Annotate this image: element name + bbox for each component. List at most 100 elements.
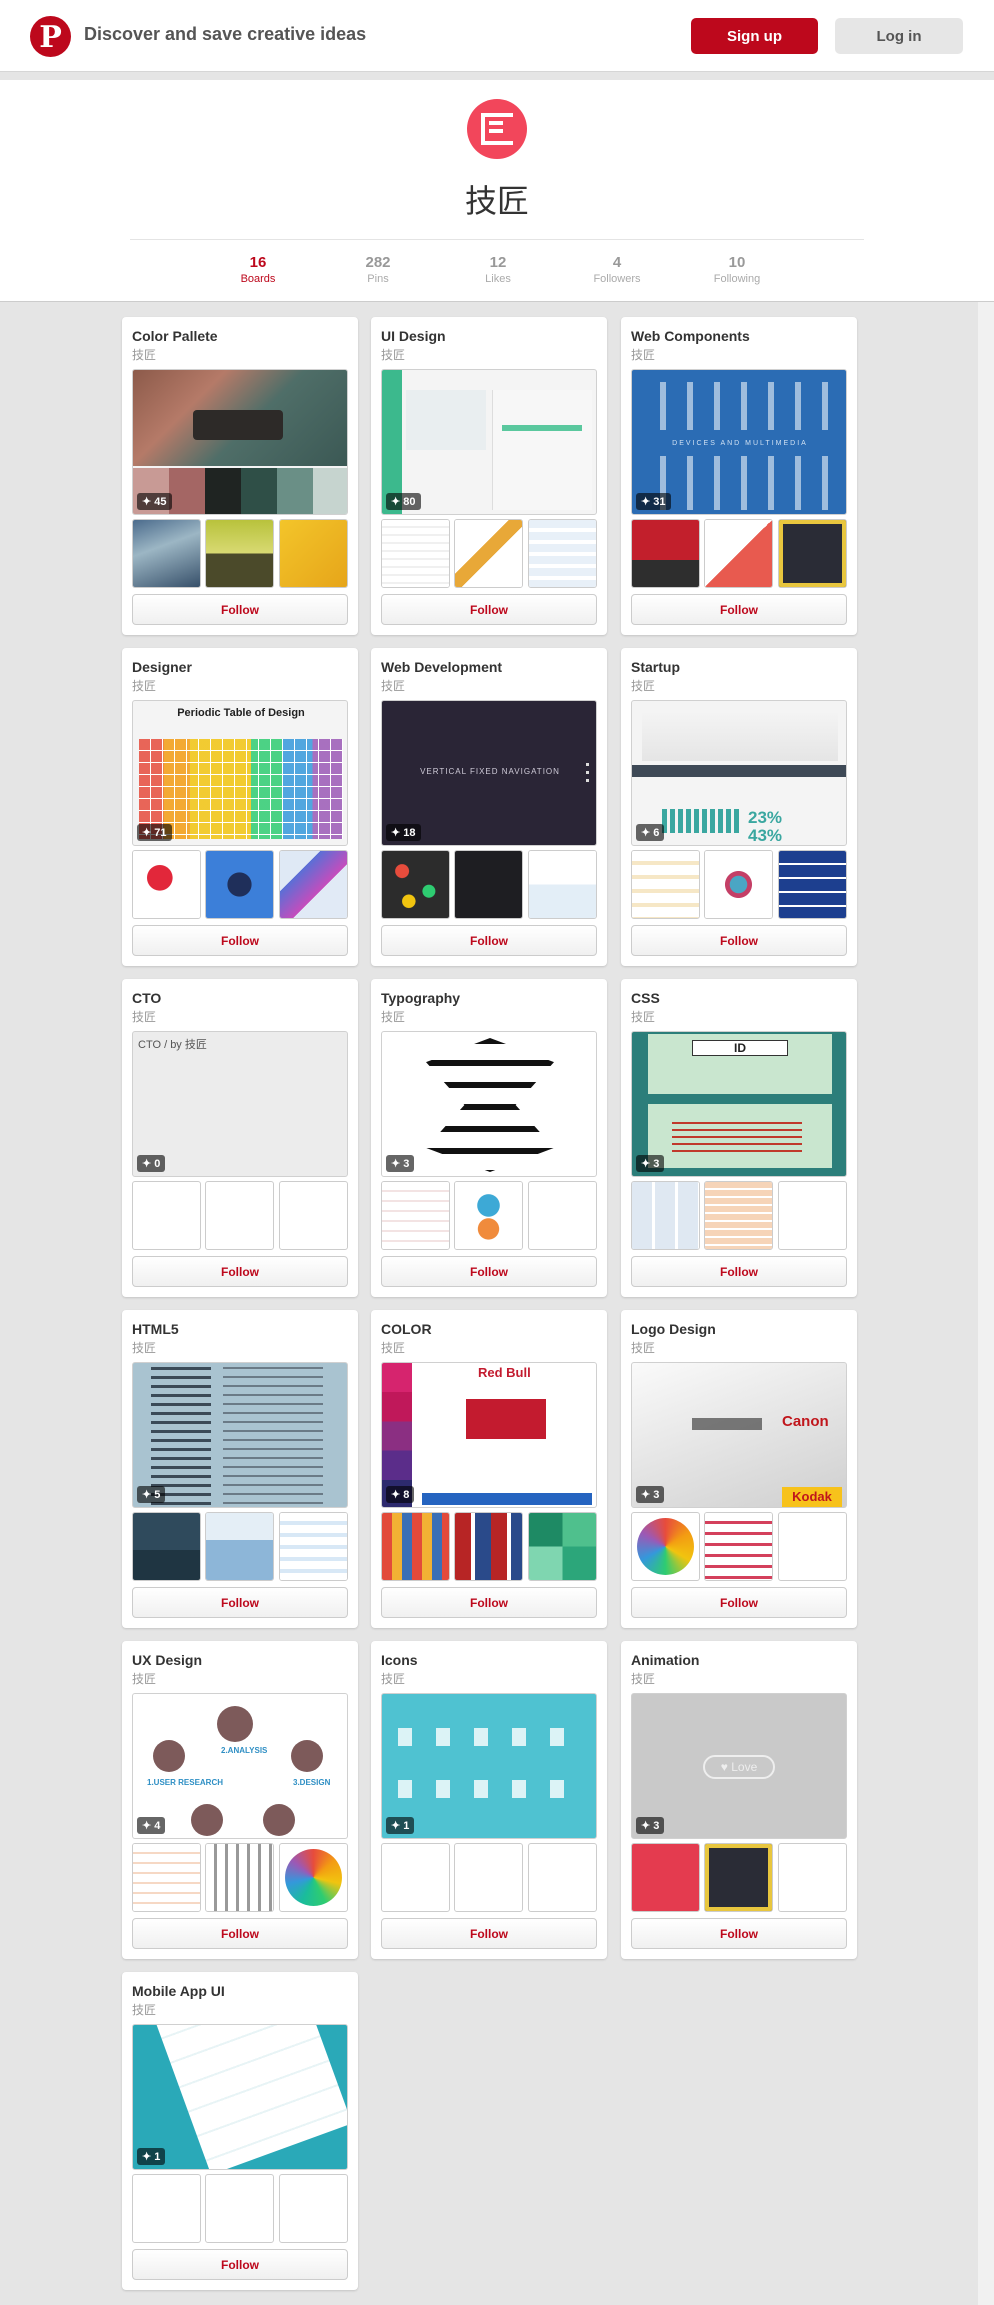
board-thumbnail[interactable]	[631, 850, 700, 919]
board-title[interactable]: Startup	[631, 659, 680, 675]
board-thumbnail[interactable]	[631, 1512, 700, 1581]
signup-button[interactable]: Sign up	[691, 18, 818, 54]
board-thumbnail[interactable]	[279, 1512, 348, 1581]
board-card[interactable]: Designer 技匠 Periodic Table of Design ✦ 7…	[122, 648, 358, 966]
board-thumbnail[interactable]	[279, 2174, 348, 2243]
board-title[interactable]: Web Components	[631, 328, 750, 344]
board-thumbnail[interactable]	[132, 1181, 201, 1250]
follow-button[interactable]: Follow	[631, 925, 847, 956]
board-cover-image[interactable]: ✦ 1	[132, 2024, 348, 2170]
board-card[interactable]: CTO 技匠 CTO / by 技匠 ✦ 0 Follow	[122, 979, 358, 1297]
board-thumbnail[interactable]	[454, 850, 523, 919]
board-thumbnail[interactable]	[132, 2174, 201, 2243]
board-thumbnail[interactable]	[205, 2174, 274, 2243]
board-cover-image[interactable]: Periodic Table of Design ✦ 71	[132, 700, 348, 846]
board-card[interactable]: UX Design 技匠 2.ANALYSIS 1.USER RESEARCH …	[122, 1641, 358, 1959]
board-cover-image[interactable]: ID ✦ 3	[631, 1031, 847, 1177]
board-thumbnail[interactable]	[704, 1512, 773, 1581]
board-thumbnail[interactable]	[631, 1843, 700, 1912]
board-title[interactable]: Typography	[381, 990, 460, 1006]
board-thumbnail[interactable]	[279, 1843, 348, 1912]
follow-button[interactable]: Follow	[631, 1256, 847, 1287]
follow-button[interactable]: Follow	[631, 1587, 847, 1618]
board-cover-image[interactable]: ✦ 45	[132, 369, 348, 515]
board-card[interactable]: CSS 技匠 ID ✦ 3 Follow	[621, 979, 857, 1297]
board-title[interactable]: Color Pallete	[132, 328, 218, 344]
board-thumbnail[interactable]	[778, 1512, 847, 1581]
board-cover-image[interactable]: ✦ 3	[381, 1031, 597, 1177]
board-card[interactable]: COLOR 技匠 Red Bull ✦ 8 Follow	[371, 1310, 607, 1628]
scrollbar-track[interactable]	[978, 302, 994, 2305]
follow-button[interactable]: Follow	[381, 1918, 597, 1949]
board-thumbnail[interactable]	[454, 1843, 523, 1912]
board-thumbnail[interactable]	[704, 519, 773, 588]
follow-button[interactable]: Follow	[132, 1256, 348, 1287]
board-title[interactable]: UI Design	[381, 328, 446, 344]
board-title[interactable]: Designer	[132, 659, 192, 675]
board-cover-image[interactable]: 2.ANALYSIS 1.USER RESEARCH 3.DESIGN ✦ 4	[132, 1693, 348, 1839]
board-thumbnail[interactable]	[778, 850, 847, 919]
board-cover-image[interactable]: ✦ 80	[381, 369, 597, 515]
pinterest-logo-icon[interactable]: P	[30, 16, 71, 57]
board-card[interactable]: Web Development 技匠 VERTICAL FIXED NAVIGA…	[371, 648, 607, 966]
love-button[interactable]: ♥ Love	[703, 1755, 775, 1779]
board-thumbnail[interactable]	[778, 1181, 847, 1250]
stat-followers[interactable]: 4 Followers	[572, 254, 662, 285]
board-thumbnail[interactable]	[205, 1843, 274, 1912]
board-card[interactable]: Typography 技匠 ✦ 3 Follow	[371, 979, 607, 1297]
board-thumbnail[interactable]	[528, 1512, 597, 1581]
stat-likes[interactable]: 12 Likes	[453, 254, 543, 285]
board-cover-image[interactable]: 23% 43% ✦ 6	[631, 700, 847, 846]
follow-button[interactable]: Follow	[631, 1918, 847, 1949]
board-title[interactable]: Web Development	[381, 659, 502, 675]
board-thumbnail[interactable]	[205, 519, 274, 588]
board-thumbnail[interactable]	[381, 1181, 450, 1250]
board-cover-image[interactable]: ✦ 1	[381, 1693, 597, 1839]
board-cover-image[interactable]: CTO / by 技匠 ✦ 0	[132, 1031, 348, 1177]
board-cover-image[interactable]: ✦ 5	[132, 1362, 348, 1508]
board-cover-image[interactable]: Canon Kodak ✦ 3	[631, 1362, 847, 1508]
follow-button[interactable]: Follow	[381, 594, 597, 625]
board-thumbnail[interactable]	[631, 519, 700, 588]
board-thumbnail[interactable]	[381, 850, 450, 919]
board-thumbnail[interactable]	[528, 519, 597, 588]
board-title[interactable]: CSS	[631, 990, 660, 1006]
follow-button[interactable]: Follow	[381, 1256, 597, 1287]
board-thumbnail[interactable]	[132, 850, 201, 919]
board-cover-image[interactable]: ♥ Love ✦ 3	[631, 1693, 847, 1839]
board-card[interactable]: Color Pallete 技匠 ✦ 45 Follow	[122, 317, 358, 635]
follow-button[interactable]: Follow	[132, 1587, 348, 1618]
board-card[interactable]: Logo Design 技匠 Canon Kodak ✦ 3 Follow	[621, 1310, 857, 1628]
board-thumbnail[interactable]	[279, 850, 348, 919]
follow-button[interactable]: Follow	[132, 594, 348, 625]
follow-button[interactable]: Follow	[132, 1918, 348, 1949]
board-thumbnail[interactable]	[704, 1181, 773, 1250]
board-thumbnail[interactable]	[279, 519, 348, 588]
board-title[interactable]: COLOR	[381, 1321, 432, 1337]
stat-following[interactable]: 10 Following	[692, 254, 782, 285]
board-thumbnail[interactable]	[279, 1181, 348, 1250]
board-thumbnail[interactable]	[528, 850, 597, 919]
board-thumbnail[interactable]	[381, 1843, 450, 1912]
follow-button[interactable]: Follow	[381, 925, 597, 956]
board-thumbnail[interactable]	[454, 1512, 523, 1581]
follow-button[interactable]: Follow	[132, 925, 348, 956]
follow-button[interactable]: Follow	[381, 1587, 597, 1618]
board-thumbnail[interactable]	[778, 1843, 847, 1912]
board-title[interactable]: CTO	[132, 990, 161, 1006]
board-thumbnail[interactable]	[631, 1181, 700, 1250]
board-card[interactable]: HTML5 技匠 ✦ 5 Follow	[122, 1310, 358, 1628]
follow-button[interactable]: Follow	[631, 594, 847, 625]
board-thumbnail[interactable]	[528, 1181, 597, 1250]
board-thumbnail[interactable]	[205, 1181, 274, 1250]
board-thumbnail[interactable]	[454, 1181, 523, 1250]
board-card[interactable]: Icons 技匠 ✦ 1 Follow	[371, 1641, 607, 1959]
board-thumbnail[interactable]	[132, 1512, 201, 1581]
board-title[interactable]: Logo Design	[631, 1321, 716, 1337]
board-card[interactable]: Animation 技匠 ♥ Love ✦ 3 Follow	[621, 1641, 857, 1959]
board-card[interactable]: Web Components 技匠 DEVICES AND MULTIMEDIA…	[621, 317, 857, 635]
follow-button[interactable]: Follow	[132, 2249, 348, 2280]
board-thumbnail[interactable]	[528, 1843, 597, 1912]
board-card[interactable]: UI Design 技匠 ✦ 80 Follow	[371, 317, 607, 635]
board-cover-image[interactable]: VERTICAL FIXED NAVIGATION ✦ 18	[381, 700, 597, 846]
